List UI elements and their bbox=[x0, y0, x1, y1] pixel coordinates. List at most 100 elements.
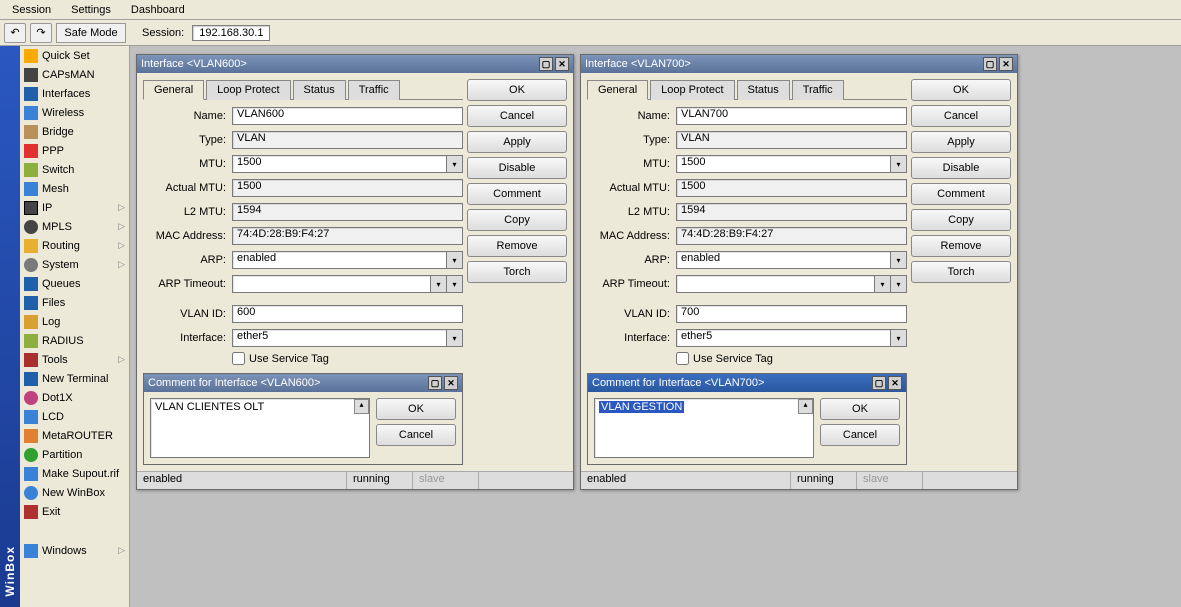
disable-button[interactable]: Disable bbox=[911, 157, 1011, 179]
apply-button[interactable]: Apply bbox=[467, 131, 567, 153]
cancel-button[interactable]: Cancel bbox=[911, 105, 1011, 127]
close-icon[interactable]: ✕ bbox=[444, 376, 458, 390]
arp-field[interactable]: enabled bbox=[676, 251, 891, 269]
copy-button[interactable]: Copy bbox=[467, 209, 567, 231]
dropdown-icon[interactable]: ▾ bbox=[875, 275, 891, 293]
tab-traffic[interactable]: Traffic bbox=[792, 80, 844, 100]
comment-button[interactable]: Comment bbox=[911, 183, 1011, 205]
tab-general[interactable]: General bbox=[143, 80, 204, 100]
sidebar-item-bridge[interactable]: Bridge bbox=[20, 122, 129, 141]
titlebar-vlan600[interactable]: Interface <VLAN600> ▢ ✕ bbox=[137, 55, 573, 73]
sidebar-item-dot1x[interactable]: Dot1X bbox=[20, 388, 129, 407]
remove-button[interactable]: Remove bbox=[467, 235, 567, 257]
chevron-down-icon[interactable]: ▾ bbox=[891, 275, 907, 293]
menu-session[interactable]: Session bbox=[2, 2, 61, 18]
tab-traffic[interactable]: Traffic bbox=[348, 80, 400, 100]
sidebar-item-mesh[interactable]: Mesh bbox=[20, 179, 129, 198]
tab-loop-protect[interactable]: Loop Protect bbox=[650, 80, 734, 100]
mtu-field[interactable]: 1500 bbox=[676, 155, 891, 173]
min-icon[interactable]: ▢ bbox=[983, 57, 997, 71]
service-tag-checkbox[interactable] bbox=[232, 352, 245, 365]
comment-textarea[interactable]: VLAN CLIENTES OLT ▴ bbox=[150, 398, 370, 458]
if-field[interactable]: ether5 bbox=[676, 329, 891, 347]
titlebar-vlan700[interactable]: Interface <VLAN700> ▢ ✕ bbox=[581, 55, 1017, 73]
remove-button[interactable]: Remove bbox=[911, 235, 1011, 257]
scroll-up-icon[interactable]: ▴ bbox=[798, 399, 813, 414]
comment-ok-button[interactable]: OK bbox=[820, 398, 900, 420]
sidebar-item-files[interactable]: Files bbox=[20, 293, 129, 312]
sidebar-item-log[interactable]: Log bbox=[20, 312, 129, 331]
comment-cancel-button[interactable]: Cancel bbox=[820, 424, 900, 446]
menu-dashboard[interactable]: Dashboard bbox=[121, 2, 195, 18]
sidebar-item-new-terminal[interactable]: New Terminal bbox=[20, 369, 129, 388]
close-icon[interactable]: ✕ bbox=[999, 57, 1013, 71]
disable-button[interactable]: Disable bbox=[467, 157, 567, 179]
redo-button[interactable]: ↷ bbox=[30, 23, 52, 43]
torch-button[interactable]: Torch bbox=[467, 261, 567, 283]
sidebar-item-metarouter[interactable]: MetaROUTER bbox=[20, 426, 129, 445]
sidebar-item-mpls[interactable]: MPLS▷ bbox=[20, 217, 129, 236]
name-field[interactable]: VLAN700 bbox=[676, 107, 907, 125]
dropdown-icon[interactable]: ▾ bbox=[891, 329, 907, 347]
comment-textarea[interactable]: VLAN GESTION ▴ bbox=[594, 398, 814, 458]
menu-settings[interactable]: Settings bbox=[61, 2, 121, 18]
tab-loop-protect[interactable]: Loop Protect bbox=[206, 80, 290, 100]
comment-button[interactable]: Comment bbox=[467, 183, 567, 205]
name-field[interactable]: VLAN600 bbox=[232, 107, 463, 125]
arp-field[interactable]: enabled bbox=[232, 251, 447, 269]
ok-button[interactable]: OK bbox=[467, 79, 567, 101]
sidebar-item-quick-set[interactable]: Quick Set bbox=[20, 46, 129, 65]
sidebar-item-make-supout-rif[interactable]: Make Supout.rif bbox=[20, 464, 129, 483]
chevron-down-icon[interactable]: ▾ bbox=[891, 155, 907, 173]
min-icon[interactable]: ▢ bbox=[872, 376, 886, 390]
mtu-field[interactable]: 1500 bbox=[232, 155, 447, 173]
sidebar-item-wireless[interactable]: Wireless bbox=[20, 103, 129, 122]
if-field[interactable]: ether5 bbox=[232, 329, 447, 347]
sidebar-item-new-winbox[interactable]: New WinBox bbox=[20, 483, 129, 502]
tab-status[interactable]: Status bbox=[737, 80, 790, 100]
chevron-down-icon[interactable]: ▾ bbox=[447, 275, 463, 293]
comment-titlebar[interactable]: Comment for Interface <VLAN600> ▢ ✕ bbox=[144, 374, 462, 392]
dropdown-icon[interactable]: ▾ bbox=[447, 329, 463, 347]
copy-button[interactable]: Copy bbox=[911, 209, 1011, 231]
apply-button[interactable]: Apply bbox=[911, 131, 1011, 153]
sidebar-item-windows[interactable]: Windows▷ bbox=[20, 541, 129, 560]
dropdown-icon[interactable]: ▾ bbox=[891, 251, 907, 269]
cancel-button[interactable]: Cancel bbox=[467, 105, 567, 127]
comment-cancel-button[interactable]: Cancel bbox=[376, 424, 456, 446]
safe-mode-button[interactable]: Safe Mode bbox=[56, 23, 126, 43]
sidebar-item-interfaces[interactable]: Interfaces bbox=[20, 84, 129, 103]
sidebar-item-ppp[interactable]: PPP bbox=[20, 141, 129, 160]
dropdown-icon[interactable]: ▾ bbox=[431, 275, 447, 293]
sidebar-item-partition[interactable]: Partition bbox=[20, 445, 129, 464]
service-tag-checkbox[interactable] bbox=[676, 352, 689, 365]
comment-titlebar[interactable]: Comment for Interface <VLAN700> ▢ ✕ bbox=[588, 374, 906, 392]
chevron-down-icon[interactable]: ▾ bbox=[447, 155, 463, 173]
sidebar-item-queues[interactable]: Queues bbox=[20, 274, 129, 293]
close-icon[interactable]: ✕ bbox=[888, 376, 902, 390]
ok-button[interactable]: OK bbox=[911, 79, 1011, 101]
vlan-field[interactable]: 700 bbox=[676, 305, 907, 323]
arpt-field[interactable] bbox=[676, 275, 875, 293]
undo-button[interactable]: ↶ bbox=[4, 23, 26, 43]
comment-ok-button[interactable]: OK bbox=[376, 398, 456, 420]
sidebar-item-lcd[interactable]: LCD bbox=[20, 407, 129, 426]
min-icon[interactable]: ▢ bbox=[428, 376, 442, 390]
vlan-field[interactable]: 600 bbox=[232, 305, 463, 323]
tab-status[interactable]: Status bbox=[293, 80, 346, 100]
sidebar-item-switch[interactable]: Switch bbox=[20, 160, 129, 179]
close-icon[interactable]: ✕ bbox=[555, 57, 569, 71]
torch-button[interactable]: Torch bbox=[911, 261, 1011, 283]
sidebar-item-exit[interactable]: Exit bbox=[20, 502, 129, 521]
sidebar-item-radius[interactable]: RADIUS bbox=[20, 331, 129, 350]
sidebar-item-capsman[interactable]: CAPsMAN bbox=[20, 65, 129, 84]
scroll-up-icon[interactable]: ▴ bbox=[354, 399, 369, 414]
sidebar-item-ip[interactable]: IP▷ bbox=[20, 198, 129, 217]
session-address[interactable]: 192.168.30.1 bbox=[192, 25, 270, 41]
sidebar-item-routing[interactable]: Routing▷ bbox=[20, 236, 129, 255]
tab-general[interactable]: General bbox=[587, 80, 648, 100]
sidebar-item-tools[interactable]: Tools▷ bbox=[20, 350, 129, 369]
sidebar-item-system[interactable]: System▷ bbox=[20, 255, 129, 274]
dropdown-icon[interactable]: ▾ bbox=[447, 251, 463, 269]
arpt-field[interactable] bbox=[232, 275, 431, 293]
